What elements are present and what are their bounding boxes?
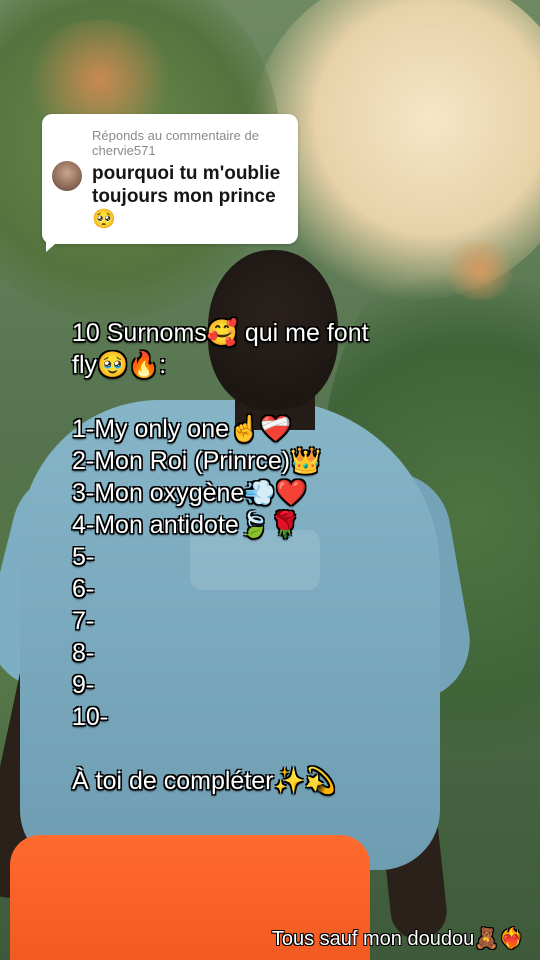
autumn-foliage-right [440,240,520,300]
nickname-item-9: 9- [72,671,95,699]
nickname-item-6: 6- [72,575,95,603]
nickname-item-3: 3-Mon oxygène💨❤️ [72,479,307,507]
overlay-title-line-2: fly🥹🔥: [72,351,167,379]
nickname-item-8: 8- [72,639,95,667]
overlay-spacer [72,381,412,413]
reply-label: Réponds au commentaire de chervie571 [92,128,259,158]
nickname-item-7: 7- [72,607,95,635]
nickname-item-4: 4-Mon antidote🍃🌹 [72,511,302,539]
bottom-caption: Tous sauf mon doudou🧸❤️‍🔥 [271,928,524,950]
nickname-item-5: 5- [72,543,95,571]
reply-comment-card[interactable]: Réponds au commentaire de chervie571 pou… [42,114,298,244]
overlay-closing-line: À toi de compléter✨💫 [72,767,336,795]
overlay-spacer [72,733,412,765]
nickname-item-2: 2-Mon Roi (Prinrce)👑 [72,447,322,475]
nickname-item-1: 1-My only one☝️❤️‍🩹 [72,415,292,443]
overlay-title-line-1: 10 Surnoms🥰 qui me font [72,319,369,347]
commenter-avatar[interactable] [52,161,82,191]
comment-card-tail [46,238,62,252]
nickname-item-10: 10- [72,703,109,731]
text-overlay: 10 Surnoms🥰 qui me font fly🥹🔥: 1-My only… [72,317,412,797]
comment-text: pourquoi tu m'oublie toujours mon prince… [92,163,281,230]
